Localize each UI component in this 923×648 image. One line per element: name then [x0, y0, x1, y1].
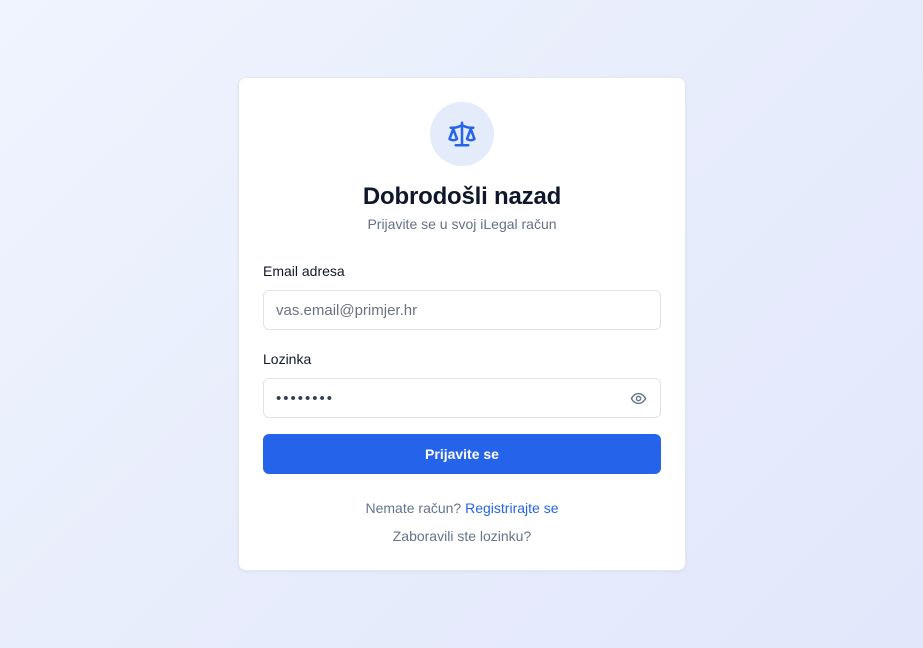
register-link[interactable]: Registrirajte se: [465, 500, 558, 516]
page-title: Dobrodošli nazad: [362, 183, 562, 210]
logo-badge: [430, 102, 494, 166]
password-field[interactable]: ••••••••: [263, 378, 661, 418]
email-field[interactable]: [276, 301, 648, 319]
page-subtitle: Prijavite se u svoj iLegal račun: [367, 216, 557, 232]
login-card: Dobrodošli nazad Prijavite se u svoj iLe…: [238, 77, 686, 571]
forgot-password-link[interactable]: Zaboravili ste lozinku?: [393, 528, 532, 544]
register-line: Nemate račun? Registrirajte se: [239, 500, 685, 516]
scale-icon: [448, 121, 476, 147]
email-field-wrapper: [263, 290, 661, 330]
forgot-line: Zaboravili ste lozinku?: [239, 528, 685, 544]
email-label: Email adresa: [263, 263, 345, 279]
register-prompt: Nemate račun?: [365, 500, 462, 516]
password-masked-value[interactable]: ••••••••: [276, 391, 622, 406]
password-label: Lozinka: [263, 351, 312, 367]
eye-icon[interactable]: [628, 388, 648, 408]
login-button[interactable]: Prijavite se: [263, 434, 661, 474]
